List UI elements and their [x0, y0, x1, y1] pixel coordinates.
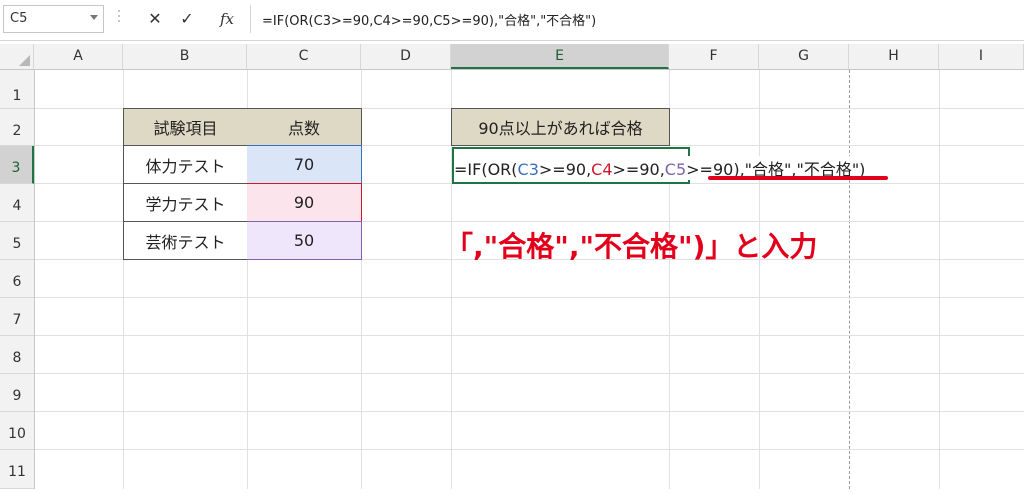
- row-header-9[interactable]: 9: [0, 374, 34, 412]
- row-header-6[interactable]: 6: [0, 260, 34, 298]
- highlight-underline: [708, 176, 888, 180]
- cell-e2[interactable]: 90点以上があれば合格: [451, 108, 670, 146]
- formula-bar-buttons: ✕ ✓ fx: [130, 5, 246, 33]
- column-header-f[interactable]: F: [669, 44, 759, 69]
- cell-b4[interactable]: 学力テスト: [123, 183, 248, 222]
- drag-handle-icon[interactable]: [117, 10, 121, 28]
- cell-c3[interactable]: 70: [247, 145, 362, 184]
- row-header-11[interactable]: 11: [0, 450, 34, 489]
- row-header-1[interactable]: 1: [0, 70, 34, 109]
- chevron-down-icon[interactable]: [90, 15, 98, 20]
- cancel-icon[interactable]: ✕: [140, 5, 170, 33]
- column-headers: A B C D E F G H I: [0, 44, 1024, 70]
- name-box-value: C5: [10, 11, 28, 26]
- row-header-2[interactable]: 2: [0, 109, 34, 146]
- row-header-10[interactable]: 10: [0, 412, 34, 450]
- page-break-line: [849, 70, 850, 489]
- column-header-d[interactable]: D: [361, 44, 451, 69]
- column-header-i[interactable]: I: [939, 44, 1024, 69]
- select-all-button[interactable]: [0, 44, 34, 69]
- name-box[interactable]: C5: [3, 5, 104, 33]
- cell-c2[interactable]: 点数: [247, 108, 362, 146]
- row-header-4[interactable]: 4: [0, 184, 34, 222]
- ref-c5: C5: [664, 160, 687, 179]
- formula-input[interactable]: =IF(OR(C3>=90,C4>=90,C5>=90),"合格","不合格"): [262, 10, 596, 29]
- cell-c5[interactable]: 50: [247, 221, 362, 260]
- row-header-8[interactable]: 8: [0, 336, 34, 374]
- select-all-icon: [19, 55, 30, 66]
- instruction-annotation: 「,"合格","不合格")」と入力: [445, 230, 818, 263]
- column-header-g[interactable]: G: [759, 44, 849, 69]
- cell-b5[interactable]: 芸術テスト: [123, 221, 248, 260]
- cell-grid[interactable]: 試験項目 点数 体力テスト 70 学力テスト 90 芸術テスト 50 90点以上…: [35, 70, 1024, 489]
- column-header-c[interactable]: C: [247, 44, 361, 69]
- insert-function-icon[interactable]: fx: [212, 5, 242, 33]
- divider: [250, 5, 251, 33]
- row-header-7[interactable]: 7: [0, 298, 34, 336]
- column-header-e[interactable]: E: [451, 44, 669, 69]
- cell-b3[interactable]: 体力テスト: [123, 145, 248, 184]
- ref-c3: C3: [517, 160, 539, 179]
- cell-b2[interactable]: 試験項目: [123, 108, 248, 146]
- row-headers: 1 2 3 4 5 6 7 8 9 10 11: [0, 70, 35, 489]
- row-header-5[interactable]: 5: [0, 222, 34, 260]
- column-header-h[interactable]: H: [849, 44, 939, 69]
- formula-bar: C5 ✕ ✓ fx =IF(OR(C3>=90,C4>=90,C5>=90),"…: [0, 0, 1024, 41]
- row-header-3[interactable]: 3: [0, 146, 34, 184]
- cell-c4[interactable]: 90: [247, 183, 362, 222]
- confirm-icon[interactable]: ✓: [172, 5, 202, 33]
- column-header-a[interactable]: A: [34, 44, 123, 69]
- ref-c4: C4: [591, 160, 613, 179]
- column-header-b[interactable]: B: [123, 44, 247, 69]
